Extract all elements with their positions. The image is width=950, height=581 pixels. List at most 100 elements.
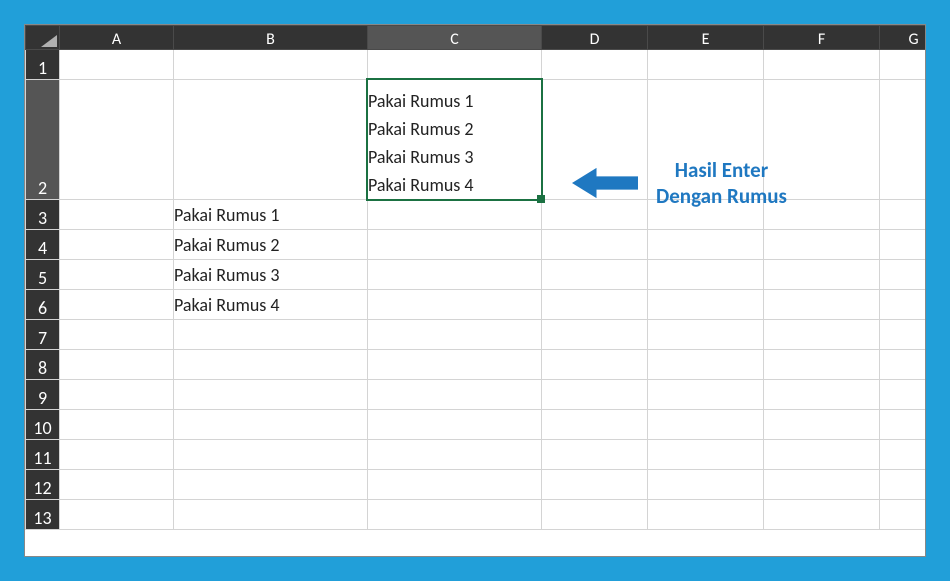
cell-F9[interactable] — [764, 380, 880, 410]
cell-G13[interactable] — [880, 500, 927, 530]
row-header-12[interactable]: 12 — [26, 470, 60, 500]
cell-B3[interactable]: Pakai Rumus 1 — [174, 200, 368, 230]
cell-D1[interactable] — [542, 50, 648, 80]
cell-D10[interactable] — [542, 410, 648, 440]
cell-F6[interactable] — [764, 290, 880, 320]
cell-G5[interactable] — [880, 260, 927, 290]
spreadsheet[interactable]: A B C D E F G 1 2 Pakai Rumus 1 Pakai Ru… — [24, 24, 926, 557]
col-header-B[interactable]: B — [174, 26, 368, 50]
row-header-13[interactable]: 13 — [26, 500, 60, 530]
row-header-11[interactable]: 11 — [26, 440, 60, 470]
cell-A6[interactable] — [60, 290, 174, 320]
cell-A10[interactable] — [60, 410, 174, 440]
cell-B1[interactable] — [174, 50, 368, 80]
cell-F13[interactable] — [764, 500, 880, 530]
cell-A3[interactable] — [60, 200, 174, 230]
cell-A8[interactable] — [60, 350, 174, 380]
cell-D6[interactable] — [542, 290, 648, 320]
row-header-9[interactable]: 9 — [26, 380, 60, 410]
cell-E8[interactable] — [648, 350, 764, 380]
col-header-F[interactable]: F — [764, 26, 880, 50]
cell-E13[interactable] — [648, 500, 764, 530]
cell-C13[interactable] — [368, 500, 542, 530]
cell-C8[interactable] — [368, 350, 542, 380]
cell-E3[interactable] — [648, 200, 764, 230]
cell-C5[interactable] — [368, 260, 542, 290]
cell-G8[interactable] — [880, 350, 927, 380]
cell-F11[interactable] — [764, 440, 880, 470]
cell-C6[interactable] — [368, 290, 542, 320]
cell-F7[interactable] — [764, 320, 880, 350]
cell-A4[interactable] — [60, 230, 174, 260]
cell-G2[interactable] — [880, 80, 927, 200]
cell-F10[interactable] — [764, 410, 880, 440]
col-header-C[interactable]: C — [368, 26, 542, 50]
cell-B4[interactable]: Pakai Rumus 2 — [174, 230, 368, 260]
cell-G12[interactable] — [880, 470, 927, 500]
cell-C1[interactable] — [368, 50, 542, 80]
cell-G7[interactable] — [880, 320, 927, 350]
cell-C10[interactable] — [368, 410, 542, 440]
row-header-7[interactable]: 7 — [26, 320, 60, 350]
cell-E12[interactable] — [648, 470, 764, 500]
cell-A1[interactable] — [60, 50, 174, 80]
cell-A5[interactable] — [60, 260, 174, 290]
cell-E5[interactable] — [648, 260, 764, 290]
cell-D11[interactable] — [542, 440, 648, 470]
cell-E9[interactable] — [648, 380, 764, 410]
cell-D13[interactable] — [542, 500, 648, 530]
cell-B5[interactable]: Pakai Rumus 3 — [174, 260, 368, 290]
cell-D12[interactable] — [542, 470, 648, 500]
cell-F2[interactable] — [764, 80, 880, 200]
cell-E10[interactable] — [648, 410, 764, 440]
cell-E2[interactable] — [648, 80, 764, 200]
cell-D4[interactable] — [542, 230, 648, 260]
cell-B8[interactable] — [174, 350, 368, 380]
row-header-3[interactable]: 3 — [26, 200, 60, 230]
cell-C2[interactable]: Pakai Rumus 1 Pakai Rumus 2 Pakai Rumus … — [368, 80, 542, 200]
cell-A13[interactable] — [60, 500, 174, 530]
cell-B7[interactable] — [174, 320, 368, 350]
row-header-2[interactable]: 2 — [26, 80, 60, 200]
cell-E6[interactable] — [648, 290, 764, 320]
cell-B12[interactable] — [174, 470, 368, 500]
cell-B6[interactable]: Pakai Rumus 4 — [174, 290, 368, 320]
cell-D2[interactable] — [542, 80, 648, 200]
cell-A12[interactable] — [60, 470, 174, 500]
cell-E4[interactable] — [648, 230, 764, 260]
cell-F8[interactable] — [764, 350, 880, 380]
cell-D5[interactable] — [542, 260, 648, 290]
cell-C9[interactable] — [368, 380, 542, 410]
cell-G10[interactable] — [880, 410, 927, 440]
cell-F3[interactable] — [764, 200, 880, 230]
select-all-corner[interactable] — [26, 26, 60, 50]
cell-D9[interactable] — [542, 380, 648, 410]
cell-F12[interactable] — [764, 470, 880, 500]
cell-D3[interactable] — [542, 200, 648, 230]
cell-B10[interactable] — [174, 410, 368, 440]
row-header-10[interactable]: 10 — [26, 410, 60, 440]
col-header-D[interactable]: D — [542, 26, 648, 50]
row-header-1[interactable]: 1 — [26, 50, 60, 80]
cell-C4[interactable] — [368, 230, 542, 260]
cell-A11[interactable] — [60, 440, 174, 470]
cell-B9[interactable] — [174, 380, 368, 410]
cell-G11[interactable] — [880, 440, 927, 470]
col-header-A[interactable]: A — [60, 26, 174, 50]
cell-B11[interactable] — [174, 440, 368, 470]
cell-D7[interactable] — [542, 320, 648, 350]
cell-C7[interactable] — [368, 320, 542, 350]
cell-G4[interactable] — [880, 230, 927, 260]
row-header-8[interactable]: 8 — [26, 350, 60, 380]
cell-C12[interactable] — [368, 470, 542, 500]
row-header-4[interactable]: 4 — [26, 230, 60, 260]
cell-B13[interactable] — [174, 500, 368, 530]
cell-C11[interactable] — [368, 440, 542, 470]
cell-F1[interactable] — [764, 50, 880, 80]
cell-F4[interactable] — [764, 230, 880, 260]
cell-A7[interactable] — [60, 320, 174, 350]
cell-G6[interactable] — [880, 290, 927, 320]
row-header-5[interactable]: 5 — [26, 260, 60, 290]
col-header-E[interactable]: E — [648, 26, 764, 50]
cell-C3[interactable] — [368, 200, 542, 230]
